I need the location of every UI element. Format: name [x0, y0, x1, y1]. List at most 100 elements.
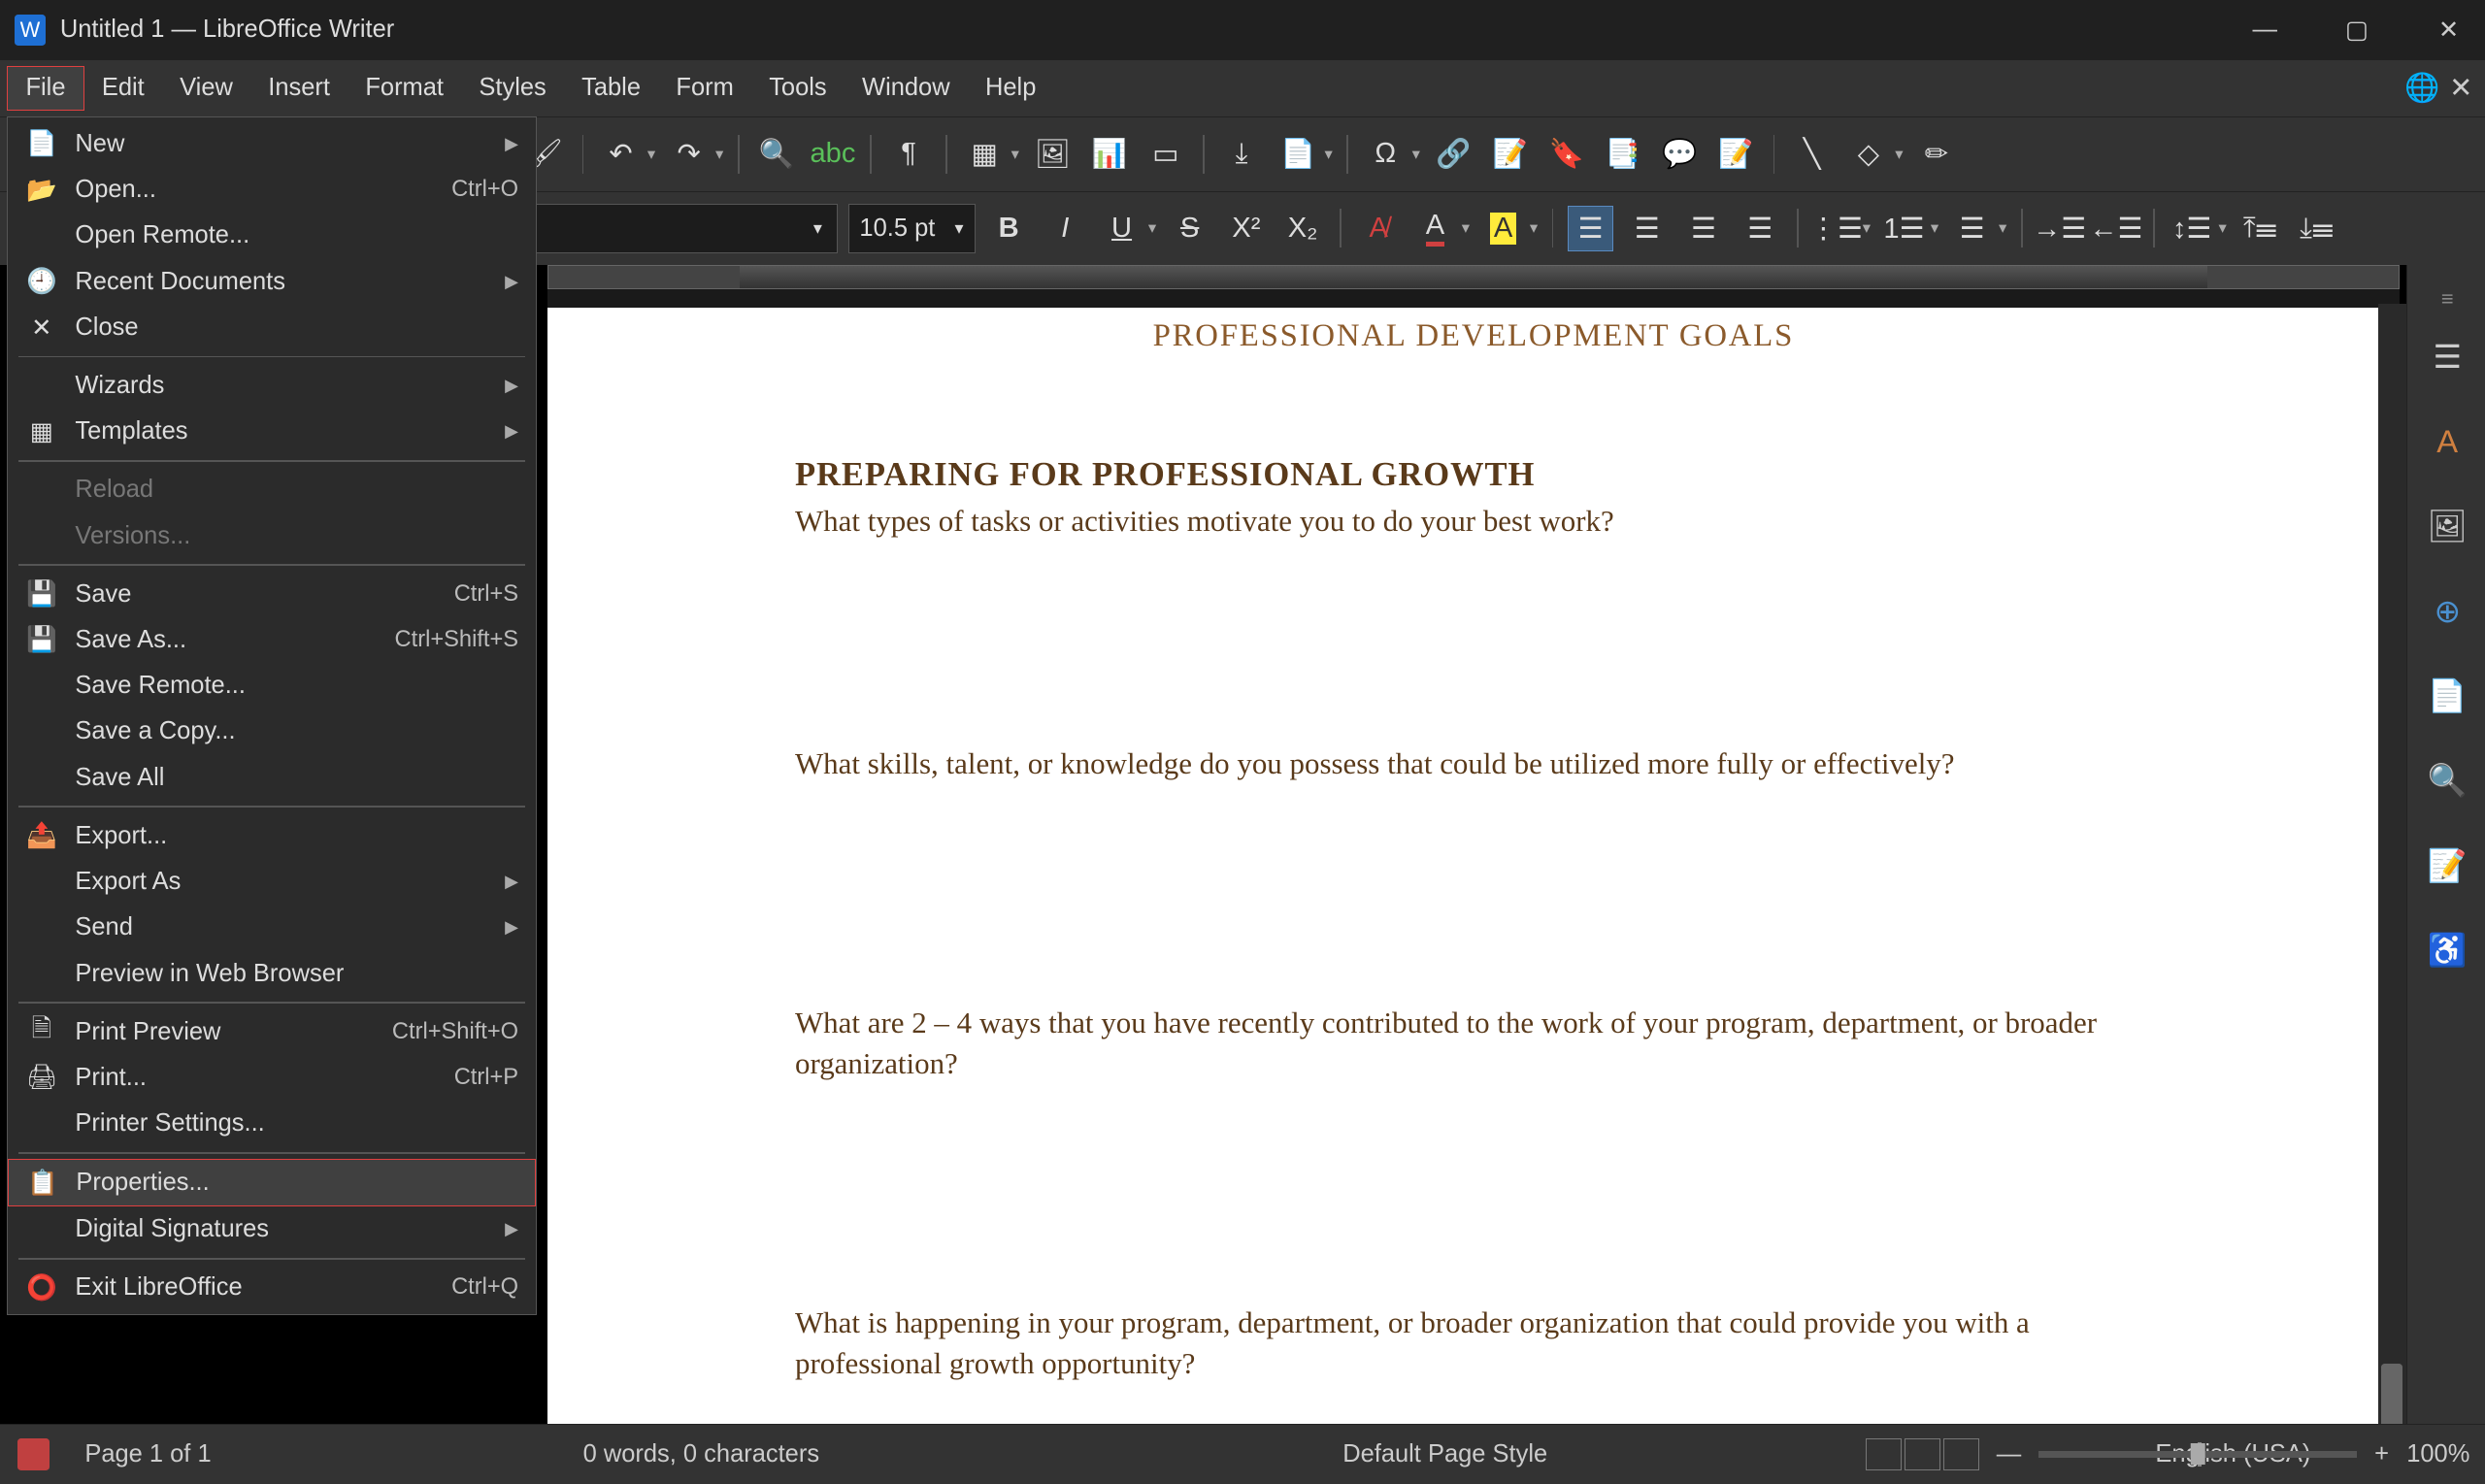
view-multi-icon[interactable]: [1905, 1438, 1939, 1470]
menu-view[interactable]: View: [162, 67, 250, 110]
file-menu-save-all[interactable]: Save All: [8, 755, 536, 801]
zoom-out-icon[interactable]: —: [1997, 1440, 2021, 1468]
file-menu-send[interactable]: Send▶: [8, 905, 536, 950]
insert-image-icon[interactable]: 🖼: [1030, 131, 1076, 177]
menu-form[interactable]: Form: [658, 67, 751, 110]
minimize-button[interactable]: —: [2240, 5, 2290, 54]
font-size-input[interactable]: 10.5 pt▾: [848, 204, 976, 253]
document-page[interactable]: PROFESSIONAL DEVELOPMENT GOALS PREPARING…: [547, 308, 2399, 1424]
file-menu-wizards[interactable]: Wizards▶: [8, 363, 536, 409]
menu-help[interactable]: Help: [968, 67, 1054, 110]
close-doc-icon[interactable]: ✕: [2445, 73, 2477, 105]
para-spacing-dec-icon[interactable]: ⤓☰: [2294, 206, 2339, 251]
accessibility-icon[interactable]: ♿: [2423, 926, 2472, 975]
file-menu-close[interactable]: ✕Close: [8, 305, 536, 350]
font-color-icon[interactable]: A: [1412, 206, 1458, 251]
maximize-button[interactable]: ▢: [2332, 5, 2381, 54]
file-menu-export[interactable]: 📤Export...: [8, 813, 536, 859]
bookmark-icon[interactable]: 🔖: [1543, 131, 1589, 177]
insert-table-icon[interactable]: ▦: [962, 131, 1008, 177]
save-status-icon[interactable]: [17, 1438, 50, 1470]
align-justify-icon[interactable]: ☰: [1738, 206, 1783, 251]
insert-chart-icon[interactable]: 📊: [1086, 131, 1132, 177]
view-book-icon[interactable]: [1943, 1438, 1978, 1470]
special-char-icon[interactable]: Ω: [1363, 131, 1408, 177]
align-left-icon[interactable]: ☰: [1568, 206, 1613, 251]
manage-changes-icon[interactable]: 📝: [2423, 841, 2472, 890]
spellcheck-icon[interactable]: abc: [810, 131, 855, 177]
cross-ref-icon[interactable]: 📑: [1600, 131, 1645, 177]
file-menu-recent-documents[interactable]: 🕘Recent Documents▶: [8, 259, 536, 305]
file-menu-print-preview[interactable]: 🗎Print PreviewCtrl+Shift+O: [8, 1008, 536, 1054]
indent-inc-icon[interactable]: →☰: [2037, 206, 2082, 251]
menu-insert[interactable]: Insert: [250, 67, 348, 110]
insert-textbox-icon[interactable]: ▭: [1143, 131, 1188, 177]
style-inspector-icon[interactable]: 🔍: [2423, 756, 2472, 806]
align-right-icon[interactable]: ☰: [1680, 206, 1726, 251]
bold-icon[interactable]: B: [985, 206, 1031, 251]
redo-icon[interactable]: ↷: [666, 131, 712, 177]
file-menu-exit-libreoffice[interactable]: ⭕Exit LibreOfficeCtrl+Q: [8, 1265, 536, 1310]
shapes-icon[interactable]: ◇: [1845, 131, 1891, 177]
page-break-icon[interactable]: ⤓: [1218, 131, 1264, 177]
page-style[interactable]: Default Page Style: [1342, 1440, 1547, 1468]
track-changes-icon[interactable]: 📝: [1713, 131, 1759, 177]
footnote-icon[interactable]: 📝: [1487, 131, 1533, 177]
navigator-panel-icon[interactable]: ⊕: [2423, 586, 2472, 636]
menu-window[interactable]: Window: [845, 67, 968, 110]
indent-dec-icon[interactable]: ←☰: [2093, 206, 2138, 251]
page-panel-icon[interactable]: 📄: [2423, 672, 2472, 721]
view-single-icon[interactable]: [1866, 1438, 1901, 1470]
file-menu-save[interactable]: 💾SaveCtrl+S: [8, 571, 536, 616]
styles-panel-icon[interactable]: A: [2423, 416, 2472, 466]
file-menu-save-as[interactable]: 💾Save As...Ctrl+Shift+S: [8, 617, 536, 663]
formatting-marks-icon[interactable]: ¶: [885, 131, 931, 177]
file-menu-new[interactable]: 📄New▶: [8, 121, 536, 167]
zoom-slider[interactable]: [2038, 1451, 2357, 1458]
file-menu-printer-settings[interactable]: Printer Settings...: [8, 1101, 536, 1146]
page-indicator[interactable]: Page 1 of 1: [84, 1440, 211, 1468]
file-menu-save-a-copy[interactable]: Save a Copy...: [8, 709, 536, 754]
comment-icon[interactable]: 💬: [1657, 131, 1703, 177]
line-icon[interactable]: ╲: [1789, 131, 1835, 177]
superscript-icon[interactable]: X²: [1223, 206, 1269, 251]
highlight-icon[interactable]: A: [1480, 206, 1526, 251]
underline-icon[interactable]: U: [1099, 206, 1144, 251]
update-icon[interactable]: 🌐: [2406, 73, 2438, 105]
file-menu-print[interactable]: 🖨Print...Ctrl+P: [8, 1055, 536, 1101]
align-center-icon[interactable]: ☰: [1624, 206, 1670, 251]
bullet-list-icon[interactable]: ⋮☰: [1813, 206, 1859, 251]
menu-edit[interactable]: Edit: [84, 67, 162, 110]
line-spacing-icon[interactable]: ↕☰: [2169, 206, 2214, 251]
draw-functions-icon[interactable]: ✏: [1913, 131, 1959, 177]
italic-icon[interactable]: I: [1043, 206, 1088, 251]
word-count[interactable]: 0 words, 0 characters: [583, 1440, 819, 1468]
horizontal-ruler[interactable]: [547, 265, 2399, 300]
close-window-button[interactable]: ✕: [2424, 5, 2473, 54]
menu-file[interactable]: File: [7, 66, 83, 111]
insert-field-icon[interactable]: 📄: [1276, 131, 1321, 177]
menu-format[interactable]: Format: [348, 67, 461, 110]
properties-panel-icon[interactable]: ☰: [2423, 332, 2472, 381]
hyperlink-icon[interactable]: 🔗: [1431, 131, 1476, 177]
clear-format-icon[interactable]: A̸: [1356, 206, 1402, 251]
zoom-in-icon[interactable]: +: [2374, 1440, 2389, 1468]
menu-styles[interactable]: Styles: [461, 67, 564, 110]
menu-table[interactable]: Table: [564, 67, 658, 110]
strike-icon[interactable]: S: [1167, 206, 1212, 251]
vertical-scrollbar[interactable]: [2378, 304, 2406, 1424]
zoom-value[interactable]: 100%: [2406, 1440, 2469, 1468]
para-spacing-inc-icon[interactable]: ⤒☰: [2237, 206, 2283, 251]
file-menu-save-remote[interactable]: Save Remote...: [8, 663, 536, 709]
subscript-icon[interactable]: X₂: [1279, 206, 1325, 251]
outline-icon[interactable]: ☰: [1949, 206, 1995, 251]
menu-tools[interactable]: Tools: [751, 67, 845, 110]
find-icon[interactable]: 🔍: [753, 131, 799, 177]
file-menu-open[interactable]: 📂Open...Ctrl+O: [8, 167, 536, 213]
file-menu-preview-in-web-browser[interactable]: Preview in Web Browser: [8, 950, 536, 996]
file-menu-templates[interactable]: ▦Templates▶: [8, 409, 536, 454]
file-menu-open-remote[interactable]: Open Remote...: [8, 213, 536, 258]
undo-icon[interactable]: ↶: [598, 131, 644, 177]
file-menu-digital-signatures[interactable]: Digital Signatures▶: [8, 1206, 536, 1252]
number-list-icon[interactable]: 1☰: [1881, 206, 1927, 251]
